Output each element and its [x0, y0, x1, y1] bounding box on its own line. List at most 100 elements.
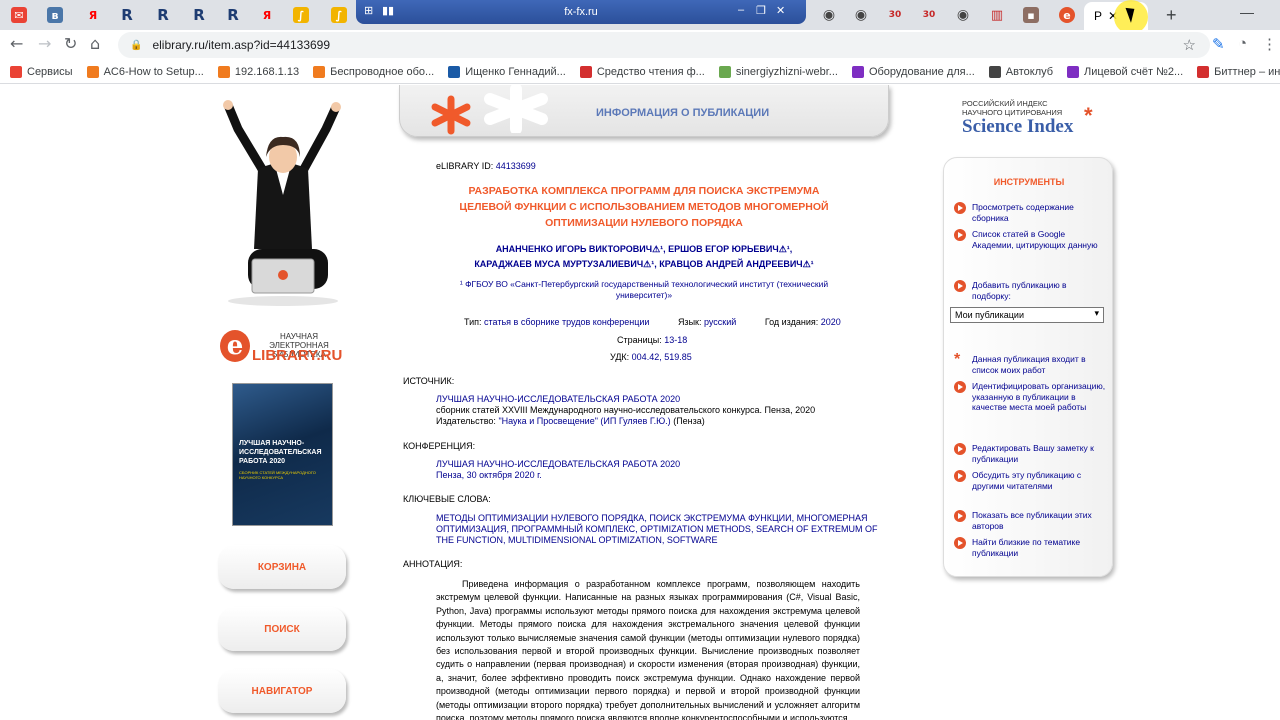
tab-rutube-1[interactable]: R: [110, 0, 144, 30]
bookmark-label: 192.168.1.13: [234, 65, 300, 78]
bookmark-label: AC6-How to Setup...: [103, 65, 204, 78]
signal-icon: ▮▮: [382, 5, 395, 17]
speed-icon[interactable]: ◔: [1238, 35, 1247, 52]
rutube-icon: R: [157, 6, 169, 24]
bookmark-favicon-icon: [988, 65, 1001, 78]
tab-rutube-3[interactable]: R: [182, 0, 216, 30]
minimize-icon[interactable]: –: [738, 4, 744, 16]
tool-label: Показать все публикации этих авторов: [972, 510, 1092, 531]
cart-button[interactable]: КОРЗИНА: [218, 545, 346, 589]
bookmark-favicon-icon: [217, 65, 230, 78]
keywords-line[interactable]: THE FUNCTION, MULTIDIMENSIONAL OPTIMIZAT…: [436, 535, 877, 546]
bookmark-label: Оборудование для...: [868, 65, 975, 78]
restore-icon[interactable]: ❐: [756, 4, 766, 17]
bookmark-item[interactable]: AC6-How to Setup...: [86, 65, 204, 78]
bookmark-item[interactable]: Биттнер – инструк...: [1197, 65, 1280, 78]
year-value: 2020: [820, 317, 841, 327]
keywords-line[interactable]: МЕТОДЫ ОПТИМИЗАЦИИ НУЛЕВОГО ПОРЯДКА, ПОИ…: [436, 513, 877, 524]
address-bar[interactable]: 🔒 elibrary.ru/item.asp?id=44133699 ☆: [118, 32, 1210, 58]
elibrary-id: eLIBRARY ID: 44133699: [436, 161, 536, 171]
affiliation-line: университет)»: [615, 290, 673, 300]
tab-globe-3[interactable]: ◉: [946, 0, 980, 30]
keywords[interactable]: МЕТОДЫ ОПТИМИЗАЦИИ НУЛЕВОГО ПОРЯДКА, ПОИ…: [436, 513, 877, 546]
selection-dropdown-value: Мои публикации: [955, 310, 1024, 320]
publisher-row: Издательство: "Наука и Просвещение" (ИП …: [436, 416, 815, 427]
tool-google-scholar[interactable]: Список статей в Google Академии, цитирую…: [954, 229, 1106, 250]
new-tab-icon[interactable]: +: [1166, 5, 1177, 26]
tool-label: Обсудить эту публикацию с другими читате…: [972, 470, 1082, 491]
bookmark-star-icon[interactable]: ☆: [1183, 36, 1196, 54]
tools-panel: ИНСТРУМЕНТЫ Просмотреть содержание сборн…: [943, 157, 1113, 577]
tab-yandex[interactable]: Я: [76, 0, 110, 30]
page-title: ИНФОРМАЦИЯ О ПУБЛИКАЦИИ: [596, 107, 770, 119]
tab-gmail[interactable]: ✉: [2, 0, 36, 30]
udc-label: УДК:: [610, 352, 630, 362]
image-icon: ▪: [1023, 7, 1039, 23]
bookmark-item[interactable]: sinergiyzhizni-webr...: [718, 65, 838, 78]
tab-globe-2[interactable]: ◉: [844, 0, 878, 30]
tab-30-1[interactable]: 30: [878, 0, 912, 30]
lang-label: Язык:: [677, 317, 702, 327]
tab-30-2[interactable]: 30: [912, 0, 946, 30]
bookmark-label: sinergiyzhizni-webr...: [735, 65, 838, 78]
bookmark-label: Биттнер – инструк...: [1214, 65, 1280, 78]
tab-elibrary[interactable]: e: [1050, 0, 1084, 30]
tab-globe-1[interactable]: ◉: [812, 0, 846, 30]
authors[interactable]: АНАНЧЕНКО ИГОРЬ ВИКТОРОВИЧ⚠¹, ЕРШОВ ЕГОР…: [400, 242, 888, 272]
arrow-icon: [954, 229, 966, 241]
book-cover[interactable]: ЛУЧШАЯ НАУЧНО-ИССЛЕДОВАТЕЛЬСКАЯ РАБОТА 2…: [232, 383, 333, 526]
forward-icon[interactable]: →: [38, 34, 51, 53]
arrow-icon: [954, 202, 966, 214]
bookmark-item[interactable]: Беспроводное обо...: [313, 65, 435, 78]
tool-add-to-selection[interactable]: Добавить публикацию в подборку:: [954, 280, 1106, 301]
tool-similar[interactable]: Найти близкие по тематике публикации: [954, 537, 1106, 558]
window-minimize-icon[interactable]: —: [1240, 4, 1254, 20]
tool-author-pubs[interactable]: Показать все публикации этих авторов: [954, 510, 1106, 531]
close-icon[interactable]: ✕: [776, 4, 785, 17]
science-index-logo[interactable]: РОССИЙСКИЙ ИНДЕКС НАУЧНОГО ЦИТИРОВАНИЯ S…: [962, 99, 1112, 143]
bookmark-item[interactable]: Автоклуб: [988, 65, 1053, 78]
authors-line[interactable]: КАРАДЖАЕВ МУСА МУРТУЗАЛИЕВИЧ⚠¹, КРАВЦОВ …: [400, 257, 888, 272]
selection-dropdown[interactable]: Мои публикации ▾: [950, 307, 1104, 323]
affiliation[interactable]: ¹ ФГБОУ ВО «Санкт-Петербургский государс…: [400, 279, 888, 301]
tab-rutube-4[interactable]: R: [216, 0, 250, 30]
tab-rutube-2[interactable]: R: [146, 0, 180, 30]
tab-folder-2[interactable]: ∫: [322, 0, 356, 30]
tool-edit-note[interactable]: Редактировать Вашу заметку к публикации: [954, 443, 1106, 464]
bookmark-label: Беспроводное обо...: [330, 65, 435, 78]
bookmark-item[interactable]: Ищенко Геннадий...: [448, 65, 566, 78]
authors-line[interactable]: АНАНЧЕНКО ИГОРЬ ВИКТОРОВИЧ⚠¹, ЕРШОВ ЕГОР…: [400, 242, 888, 257]
extension-icon[interactable]: ✎: [1212, 35, 1225, 53]
menu-icon[interactable]: ⋮: [1262, 35, 1277, 53]
source-title-link[interactable]: ЛУЧШАЯ НАУЧНО-ИССЛЕДОВАТЕЛЬСКАЯ РАБОТА 2…: [436, 394, 815, 405]
bookmark-item[interactable]: Лицевой счёт №2...: [1067, 65, 1183, 78]
search-button[interactable]: ПОИСК: [218, 607, 346, 651]
publisher-link[interactable]: "Наука и Просвещение" (ИП Гуляев Г.Ю.): [498, 416, 670, 426]
affiliation-line: ¹ ФГБОУ ВО «Санкт-Петербургский государс…: [459, 279, 829, 289]
keywords-line[interactable]: ОПТИМИЗАЦИЯ, ПРОГРАММНЫЙ КОМПЛЕКС, OPTIM…: [436, 524, 877, 535]
tool-identify-org[interactable]: Идентифицировать организацию, указанную …: [954, 381, 1106, 413]
bookmark-item[interactable]: Оборудование для...: [851, 65, 975, 78]
pin-icon[interactable]: ⊞: [364, 4, 373, 17]
header-banner: ИНФОРМАЦИЯ О ПУБЛИКАЦИИ: [399, 85, 889, 137]
elibrary-logo[interactable]: e НАУЧНАЯ ЭЛЕКТРОННАЯ БИБЛИОТЕКА LIBRARY…: [220, 330, 350, 370]
pages-row: Страницы: 13-18: [617, 335, 687, 345]
back-icon[interactable]: ←: [10, 34, 23, 53]
tab-vk[interactable]: в: [38, 0, 72, 30]
home-icon[interactable]: ⌂: [90, 34, 100, 53]
reload-icon[interactable]: ↻: [64, 34, 77, 53]
tab-image[interactable]: ▪: [1014, 0, 1048, 30]
bookmark-item[interactable]: Сервисы: [10, 65, 73, 78]
bookmark-item[interactable]: Средство чтения ф...: [579, 65, 705, 78]
folder-icon: ∫: [331, 7, 347, 23]
tab-folder[interactable]: ∫: [284, 0, 318, 30]
bookmark-item[interactable]: 192.168.1.13: [217, 65, 300, 78]
tool-my-works[interactable]: * Данная публикация входит в список моих …: [954, 352, 1106, 375]
tab-chart[interactable]: ▥: [980, 0, 1014, 30]
tab-yandex-2[interactable]: Я: [250, 0, 284, 30]
conference-title-link[interactable]: ЛУЧШАЯ НАУЧНО-ИССЛЕДОВАТЕЛЬСКАЯ РАБОТА 2…: [436, 459, 680, 470]
tool-discuss[interactable]: Обсудить эту публикацию с другими читате…: [954, 470, 1106, 491]
pub-meta-row: Тип: статья в сборнике трудов конференци…: [464, 317, 841, 327]
tool-view-contents[interactable]: Просмотреть содержание сборника: [954, 202, 1106, 223]
navigator-button[interactable]: НАВИГАТОР: [218, 669, 346, 713]
